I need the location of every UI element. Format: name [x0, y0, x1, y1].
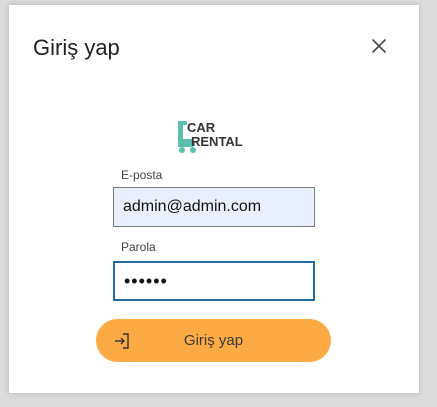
logo-text-car: CAR: [187, 120, 216, 135]
password-label: Parola: [121, 240, 156, 254]
login-button-label: Giriş yap: [183, 332, 244, 349]
car-rental-logo: CAR RENTAL: [178, 120, 243, 153]
login-dialog: Giriş yap CAR RENTAL E-posta Parola Giri…: [9, 5, 419, 393]
dialog-title: Giriş yap: [33, 35, 120, 60]
password-field[interactable]: [113, 261, 315, 301]
email-field[interactable]: [113, 187, 315, 227]
logo-text-rental: RENTAL: [191, 134, 243, 149]
close-icon: [372, 39, 386, 53]
close-button[interactable]: [367, 34, 391, 58]
email-label: E-posta: [121, 168, 163, 182]
login-button[interactable]: Giriş yap: [96, 319, 331, 362]
